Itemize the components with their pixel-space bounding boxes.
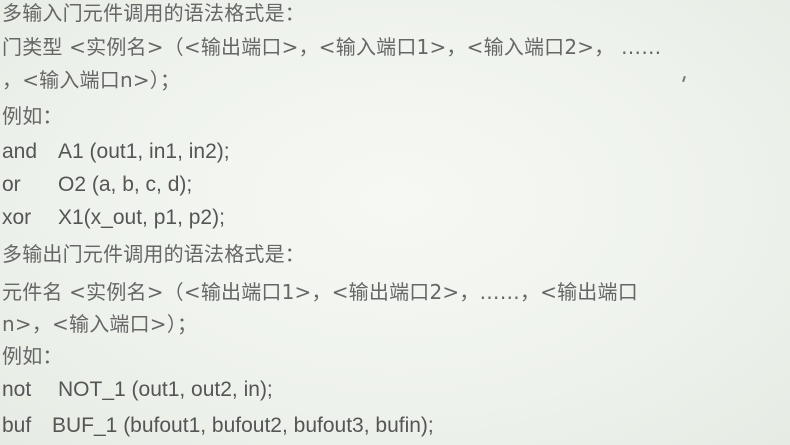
example-heading-2: 例如： bbox=[2, 344, 63, 368]
code-keyword: buf bbox=[2, 414, 32, 437]
code-keyword: or bbox=[2, 173, 21, 196]
code-keyword: not bbox=[2, 378, 32, 401]
slide: 多输入门元件调用的语法格式是： 门类型 <实例名>（<输出端口>，<输入端口1>… bbox=[0, 0, 790, 445]
multi-output-gate-syntax-heading: 多输出门元件调用的语法格式是： bbox=[2, 242, 305, 266]
code-line-buf: buf BUF_1 (bufout1, bufout2, bufout3, bu… bbox=[2, 413, 434, 439]
code-statement: X1(x_out, p1, p2); bbox=[58, 206, 225, 229]
code-statement: O2 (a, b, c, d); bbox=[58, 173, 193, 196]
code-statement: BUF_1 (bufout1, bufout2, bufout3, bufin)… bbox=[52, 414, 434, 437]
multi-input-gate-syntax-line-2: ，<输入端口n>）； bbox=[2, 68, 181, 92]
code-statement: NOT_1 (out1, out2, in); bbox=[58, 378, 273, 401]
multi-output-gate-syntax-line-2: n>，<输入端口>）； bbox=[2, 312, 198, 336]
code-line-xor: xor X1(x_out, p1, p2); bbox=[2, 205, 225, 231]
example-heading-1: 例如： bbox=[2, 104, 63, 128]
multi-input-gate-syntax-line-1: 门类型 <实例名>（<输出端口>，<输入端口1>，<输入端口2>， …… bbox=[2, 35, 662, 59]
code-statement: A1 (out1, in1, in2); bbox=[58, 140, 230, 163]
code-line-not: not NOT_1 (out1, out2, in); bbox=[2, 377, 273, 403]
multi-input-gate-syntax-heading: 多输入门元件调用的语法格式是： bbox=[2, 1, 305, 25]
code-keyword: and bbox=[2, 140, 38, 163]
code-line-and: and A1 (out1, in1, in2); bbox=[2, 139, 230, 165]
stray-mark bbox=[682, 75, 686, 83]
multi-output-gate-syntax-line-1: 元件名 <实例名>（<输出端口1>，<输出端口2>，……，<输出端口 bbox=[2, 280, 638, 304]
code-keyword: xor bbox=[2, 206, 32, 229]
code-line-or: or O2 (a, b, c, d); bbox=[2, 172, 192, 198]
